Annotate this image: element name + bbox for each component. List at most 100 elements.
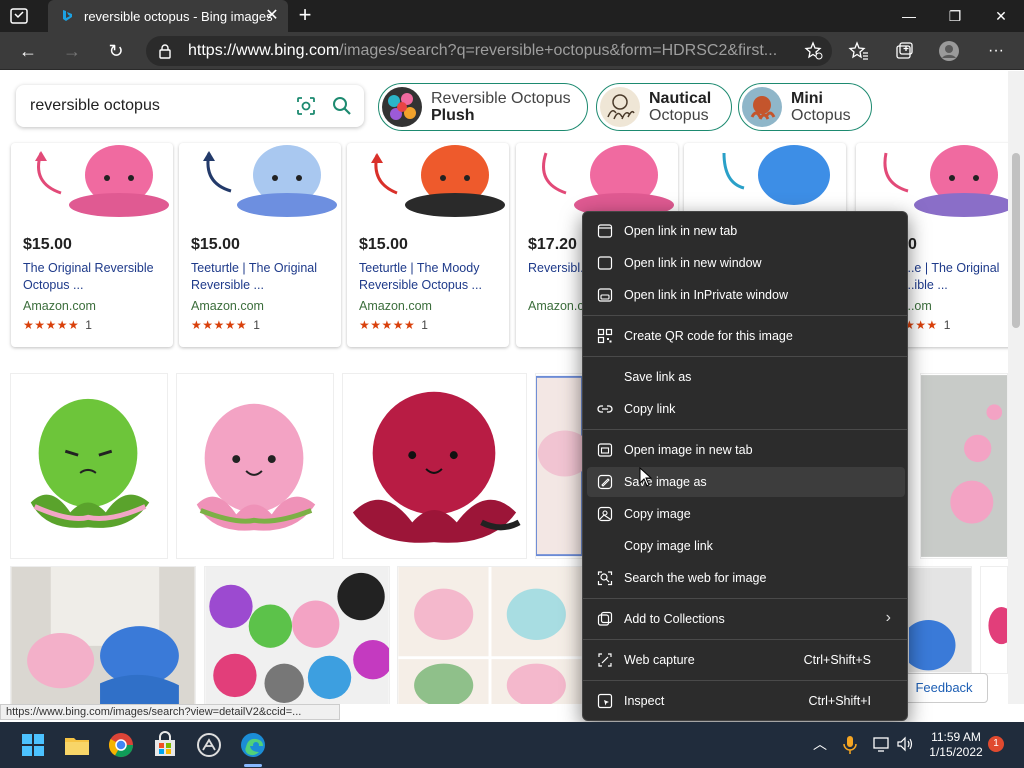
browser-toolbar: ← → ↻ https://www.bing.com/images/search… <box>0 32 1024 70</box>
refresh-icon[interactable]: ↻ <box>102 38 130 64</box>
menu-separator <box>583 639 907 640</box>
image-result[interactable] <box>10 566 196 704</box>
product-card[interactable]: $15.00 Teeturtle | The Moody Reversible … <box>347 143 509 347</box>
image-search-icon <box>597 571 613 586</box>
save-image-icon <box>597 474 613 490</box>
copy-image-icon <box>597 506 613 522</box>
tab-close-icon[interactable]: ✕ <box>262 6 282 26</box>
chip-thumbnail <box>600 87 640 127</box>
menu-item-create-qr-code[interactable]: Create QR code for this image <box>587 321 905 351</box>
window-close-icon[interactable]: ✕ <box>978 0 1024 32</box>
image-result[interactable] <box>397 566 583 704</box>
menu-item-save-link-as[interactable]: Save link as <box>587 362 905 392</box>
menu-item-copy-link[interactable]: Copy link <box>587 394 905 424</box>
profile-avatar-icon[interactable] <box>938 40 960 62</box>
notification-badge[interactable]: 1 <box>988 736 1004 752</box>
scrollbar-thumb[interactable] <box>1012 153 1020 328</box>
image-result[interactable] <box>908 566 972 674</box>
new-tab-icon[interactable]: + <box>294 4 316 27</box>
volume-icon[interactable] <box>896 735 914 753</box>
microphone-icon[interactable] <box>842 735 858 755</box>
taskbar-clock[interactable]: 11:59 AM 1/15/2022 <box>922 730 990 760</box>
menu-item-open-link-inprivate[interactable]: Open link in InPrivate window <box>587 280 905 310</box>
add-favorite-icon[interactable] <box>804 41 824 61</box>
product-image[interactable] <box>179 143 341 223</box>
product-rating: ★★★★★ 1 <box>23 318 93 332</box>
search-input[interactable]: reversible octopus <box>30 97 160 115</box>
collections-toolbar-icon[interactable] <box>893 40 915 62</box>
edge-icon[interactable] <box>238 730 268 760</box>
active-tab[interactable]: reversible octopus - Bing images ✕ <box>48 0 288 32</box>
show-hidden-icons-chevron-icon[interactable]: ︿ <box>813 734 827 754</box>
search-icon[interactable] <box>332 96 352 116</box>
menu-item-open-image-new-tab[interactable]: Open image in new tab <box>587 435 905 465</box>
restore-icon[interactable]: ❐ <box>932 0 978 32</box>
network-icon[interactable] <box>872 735 890 753</box>
tab-actions-icon[interactable] <box>8 6 30 26</box>
image-result[interactable] <box>342 373 527 559</box>
chrome-icon[interactable] <box>106 730 136 760</box>
related-chip-mini-octopus[interactable]: Mini Octopus <box>738 83 872 131</box>
address-bar[interactable]: https://www.bing.com/images/search?q=rev… <box>146 36 832 66</box>
product-source[interactable]: Amazon.com <box>359 299 432 313</box>
product-title[interactable]: Teeturtle | The Moody Reversible Octopus… <box>359 260 504 294</box>
menu-item-search-web-for-image[interactable]: Search the web for image <box>587 563 905 593</box>
product-price: $15.00 <box>359 236 408 253</box>
product-title[interactable]: Teeturtle | The Original Reversible ... <box>191 260 336 294</box>
product-image[interactable] <box>11 143 173 223</box>
menu-item-add-to-collections[interactable]: Add to Collections › <box>587 604 905 634</box>
menu-item-copy-image[interactable]: Copy image <box>587 499 905 529</box>
related-chip-nautical-octopus[interactable]: Nautical Octopus <box>596 83 732 131</box>
submenu-chevron-icon: › <box>885 609 891 626</box>
product-source[interactable]: Amazon.com <box>191 299 264 313</box>
context-menu: Open link in new tab Open link in new wi… <box>582 211 908 721</box>
product-title[interactable]: ...e | The Original ...ible ... <box>904 260 1014 294</box>
menu-item-web-capture[interactable]: Web capture Ctrl+Shift+S <box>587 645 905 675</box>
image-result[interactable] <box>176 373 334 559</box>
menu-separator <box>583 356 907 357</box>
search-box[interactable]: reversible octopus <box>16 85 364 127</box>
product-rating: ★★★★★ 1 <box>191 318 261 332</box>
app-icon[interactable] <box>194 730 224 760</box>
minimize-icon[interactable]: — <box>886 0 932 32</box>
forward-icon[interactable]: → <box>58 38 86 64</box>
file-explorer-icon[interactable] <box>62 730 92 760</box>
image-result[interactable] <box>204 566 390 704</box>
related-chip-reversible-octopus-plush[interactable]: Reversible Octopus Plush <box>378 83 588 131</box>
microsoft-store-icon[interactable] <box>150 730 180 760</box>
image-result[interactable] <box>920 373 1008 559</box>
lock-icon[interactable] <box>158 43 172 59</box>
chip-label-line2: Octopus <box>791 107 851 124</box>
image-result[interactable] <box>10 373 168 559</box>
product-source[interactable]: Amazon.c <box>528 299 584 313</box>
url-text[interactable]: https://www.bing.com/images/search?q=rev… <box>188 42 777 60</box>
product-card[interactable]: $15.00 Teeturtle | The Original Reversib… <box>179 143 341 347</box>
menu-item-copy-image-link[interactable]: Copy image link <box>587 531 905 561</box>
bing-favicon-icon <box>63 10 72 21</box>
feedback-button[interactable]: Feedback <box>900 673 988 703</box>
product-source[interactable]: Amazon.com <box>23 299 96 313</box>
visual-search-icon[interactable] <box>296 96 316 116</box>
favorites-icon[interactable] <box>848 40 870 62</box>
menu-item-save-image-as[interactable]: Save image as <box>587 467 905 497</box>
product-title[interactable]: The Original Reversible Octopus ... <box>23 260 168 294</box>
image-result[interactable] <box>535 373 583 559</box>
product-rating: ★★★ 1 <box>904 318 951 332</box>
product-rating: ★★★★★ 1 <box>359 318 429 332</box>
image-result[interactable] <box>980 566 1008 674</box>
product-price: 0 <box>908 236 917 253</box>
product-image[interactable] <box>347 143 509 223</box>
back-icon[interactable]: ← <box>14 38 42 64</box>
product-card[interactable]: $15.00 The Original Reversible Octopus .… <box>11 143 173 347</box>
product-price: $15.00 <box>191 236 240 253</box>
menu-item-open-link-new-tab[interactable]: Open link in new tab <box>587 216 905 246</box>
web-capture-icon <box>598 653 612 667</box>
menu-item-inspect[interactable]: Inspect Ctrl+Shift+I <box>587 686 905 716</box>
vertical-scrollbar[interactable] <box>1008 71 1024 704</box>
windows-start-icon[interactable] <box>18 730 48 760</box>
link-icon <box>597 405 613 413</box>
product-source[interactable]: ...om <box>904 299 932 313</box>
menu-item-open-link-new-window[interactable]: Open link in new window <box>587 248 905 278</box>
more-options-icon[interactable]: ··· <box>982 38 1010 64</box>
inspect-icon <box>597 693 613 709</box>
